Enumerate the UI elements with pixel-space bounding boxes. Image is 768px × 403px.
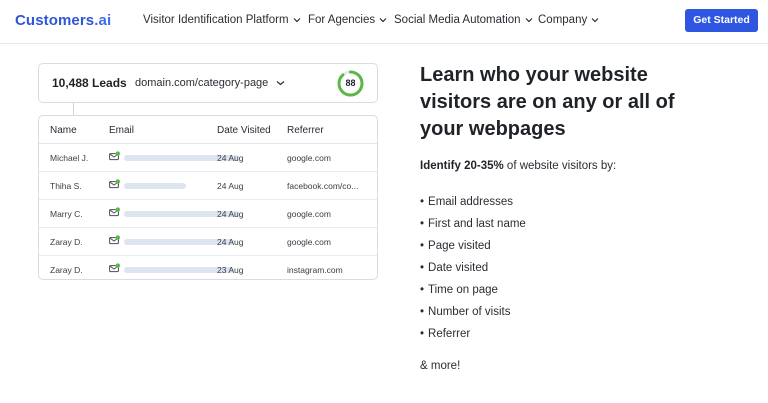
visitor-table: Name Email Date Visited Referrer Michael… — [38, 115, 378, 280]
mail-check-icon — [109, 235, 120, 245]
referrer: facebook.com/co... — [287, 181, 359, 191]
list-item: • Number of visits — [420, 306, 511, 318]
column-header-date: Date Visited — [217, 125, 271, 136]
intro-highlight: Identify 20-35% — [420, 160, 504, 172]
table-row: Michael J. 24 Aug google.com — [39, 144, 377, 172]
table-row: Zaray D. 23 Aug instagram.com — [39, 256, 377, 279]
mail-check-icon — [109, 263, 120, 273]
chevron-down-icon — [525, 14, 533, 26]
referrer: google.com — [287, 237, 331, 247]
leads-count: 10,488 Leads — [52, 76, 127, 90]
page-headline: Learn who your website visitors are on a… — [420, 64, 675, 140]
chevron-down-icon — [379, 14, 387, 26]
domain-label: domain.com/category-page — [135, 77, 269, 89]
column-header-referrer: Referrer — [287, 125, 324, 136]
list-item: • Page visited — [420, 240, 491, 252]
visitor-name: Michael J. — [50, 153, 89, 163]
column-header-email: Email — [109, 125, 135, 136]
list-item: • First and last name — [420, 218, 526, 230]
date-visited: 24 Aug — [217, 237, 244, 247]
visitor-name: Zaray D. — [50, 265, 83, 275]
visitor-name: Marry C. — [50, 209, 83, 219]
referrer: google.com — [287, 153, 331, 163]
list-item: • Email addresses — [420, 196, 514, 208]
visitor-name: Thiha S. — [50, 181, 82, 191]
nav-item-label: Company — [538, 14, 588, 27]
list-item-label: First and last name — [428, 218, 526, 230]
table-row: Marry C. 24 Aug google.com — [39, 200, 377, 228]
date-visited: 23 Aug — [217, 265, 244, 275]
more-text: & more! — [420, 360, 461, 372]
date-visited: 24 Aug — [217, 209, 244, 219]
referrer: google.com — [287, 209, 331, 219]
mail-check-icon — [109, 151, 120, 161]
list-item: • Time on page — [420, 284, 498, 296]
intro-text: Identify 20-35% of website visitors by: — [420, 160, 616, 172]
logo-suffix: .ai — [94, 12, 112, 29]
referrer: instagram.com — [287, 265, 343, 275]
list-item-label: Referrer — [428, 328, 471, 340]
mail-check-icon — [109, 207, 120, 217]
list-item-label: Time on page — [428, 284, 498, 296]
nav-item-for-agencies[interactable]: For Agencies — [308, 14, 387, 26]
get-started-button[interactable]: Get Started — [685, 9, 758, 32]
chevron-down-icon — [276, 77, 285, 89]
logo-main: Customers — [15, 12, 95, 29]
nav-item-visitor-identification[interactable]: Visitor Identification Platform — [143, 14, 301, 26]
table-header: Name Email Date Visited Referrer — [39, 116, 377, 144]
top-navigation: Customers.ai Visitor Identification Plat… — [0, 0, 768, 44]
email-redacted-bar — [124, 183, 186, 189]
nav-item-label: Visitor Identification Platform — [143, 14, 289, 27]
list-item: • Date visited — [420, 262, 489, 274]
date-visited: 24 Aug — [217, 153, 244, 163]
intro-rest: of website visitors by: — [503, 160, 617, 172]
column-header-name: Name — [50, 125, 77, 136]
list-item-label: Date visited — [428, 262, 489, 274]
nav-item-social-media-automation[interactable]: Social Media Automation — [394, 14, 533, 26]
list-item-label: Page visited — [428, 240, 491, 252]
nav-item-label: Social Media Automation — [394, 14, 521, 27]
domain-selector[interactable]: domain.com/category-page — [135, 77, 285, 89]
list-item-label: Number of visits — [428, 306, 511, 318]
list-item-label: Email addresses — [428, 196, 514, 208]
chevron-down-icon — [293, 14, 301, 26]
table-row: Zaray D. 24 Aug google.com — [39, 228, 377, 256]
visitor-name: Zaray D. — [50, 237, 83, 247]
score-value: 88 — [345, 78, 356, 88]
nav-item-company[interactable]: Company — [538, 14, 599, 26]
logo[interactable]: Customers.ai — [15, 12, 111, 29]
list-item: • Referrer — [420, 328, 471, 340]
mail-check-icon — [109, 179, 120, 189]
nav-item-label: For Agencies — [308, 14, 376, 27]
feature-list: • Email addresses • First and last name • P… — [420, 194, 526, 348]
table-row: Thiha S. 24 Aug facebook.com/co... — [39, 172, 377, 200]
leads-summary-bar: 10,488 Leads domain.com/category-page 88 — [38, 63, 378, 103]
chevron-down-icon — [591, 14, 599, 26]
date-visited: 24 Aug — [217, 181, 244, 191]
